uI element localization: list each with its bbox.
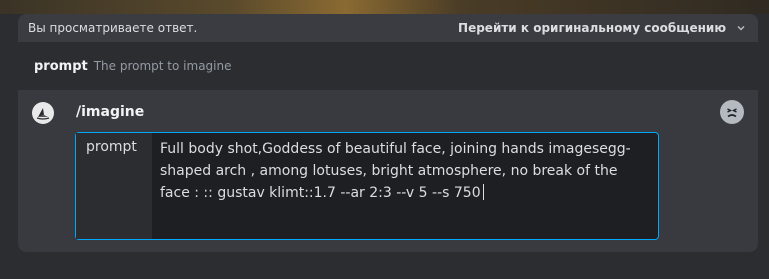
- bottom-strip: [0, 262, 769, 279]
- command-name: /imagine: [76, 104, 145, 120]
- viewing-reply-text: Вы просматриваете ответ.: [28, 21, 198, 35]
- text-caret: [482, 184, 484, 200]
- prompt-input[interactable]: Full body shot,Goddess of beautiful face…: [152, 133, 658, 239]
- prompt-input-text: Full body shot,Goddess of beautiful face…: [160, 141, 631, 201]
- chevron-down-icon: [737, 25, 745, 31]
- jump-to-original-link[interactable]: Перейти к оригинальному сообщению: [458, 21, 746, 35]
- option-description: The prompt to imagine: [93, 59, 232, 73]
- jump-to-original-label: Перейти к оригинальному сообщению: [458, 21, 726, 35]
- emoji-icon[interactable]: [720, 100, 744, 124]
- background-image-strip: [0, 0, 769, 14]
- bot-avatar-icon: [32, 102, 54, 124]
- reply-bar: Вы просматриваете ответ. Перейти к ориги…: [18, 14, 758, 42]
- prompt-field[interactable]: prompt Full body shot,Goddess of beautif…: [75, 132, 659, 240]
- slash-command-input: /imagine prompt Full body shot,Goddess o…: [18, 90, 758, 252]
- option-hint: prompt The prompt to imagine: [18, 42, 758, 90]
- option-name: prompt: [34, 58, 88, 74]
- prompt-field-label: prompt: [76, 133, 152, 239]
- command-panel: prompt The prompt to imagine /imagine pr…: [18, 42, 758, 252]
